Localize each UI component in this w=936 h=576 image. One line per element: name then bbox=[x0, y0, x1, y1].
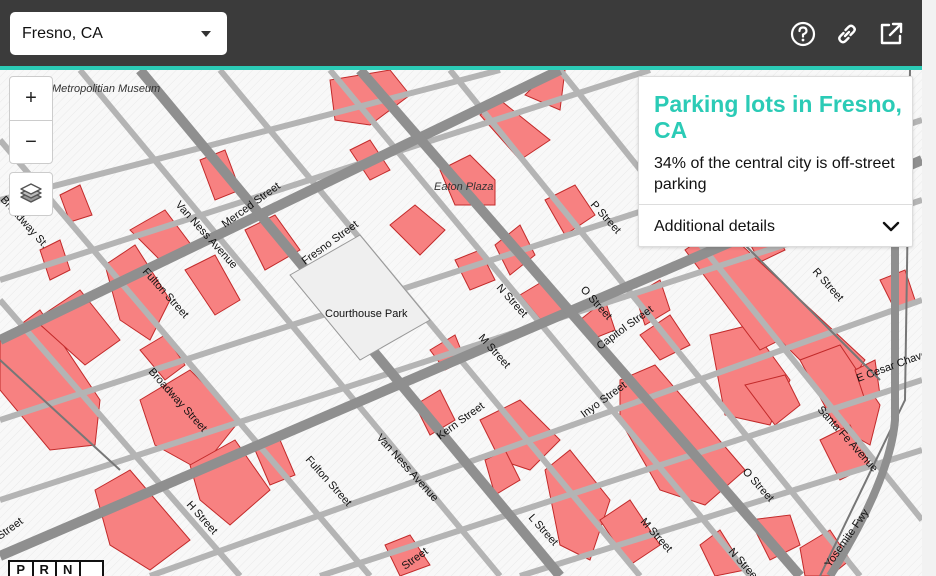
info-panel: Parking lots in Fresno, CA 34% of the ce… bbox=[638, 76, 913, 247]
city-select[interactable]: Fresno, CA bbox=[10, 12, 227, 55]
zoom-in-button[interactable]: + bbox=[10, 77, 52, 120]
chevron-down-icon bbox=[201, 30, 211, 37]
place-label: Courthouse Park bbox=[325, 308, 408, 320]
chevron-down-icon bbox=[882, 221, 900, 231]
external-link-icon[interactable] bbox=[877, 20, 905, 48]
zoom-controls: + − bbox=[9, 76, 53, 164]
logo-letter bbox=[81, 562, 103, 576]
logo-letter: R bbox=[34, 562, 57, 576]
help-circle-icon[interactable] bbox=[789, 20, 817, 48]
panel-description: 34% of the central city is off-street pa… bbox=[654, 155, 895, 193]
additional-details-label: Additional details bbox=[654, 217, 775, 235]
place-label: Metropolitian Museum bbox=[52, 83, 160, 95]
panel-title: Parking lots in Fresno, CA bbox=[654, 91, 902, 143]
layers-icon bbox=[20, 183, 42, 203]
layers-button[interactable] bbox=[9, 172, 53, 216]
link-icon[interactable] bbox=[833, 20, 861, 48]
logo-letter: N bbox=[57, 562, 81, 576]
city-select-value: Fresno, CA bbox=[22, 24, 103, 42]
prn-logo: P R N bbox=[8, 560, 104, 576]
zoom-out-button[interactable]: − bbox=[10, 120, 52, 164]
app-header: Fresno, CA bbox=[0, 0, 922, 66]
additional-details-toggle[interactable]: Additional details bbox=[654, 205, 900, 248]
place-label: Eaton Plaza bbox=[434, 181, 493, 193]
logo-letter: P bbox=[10, 562, 34, 576]
